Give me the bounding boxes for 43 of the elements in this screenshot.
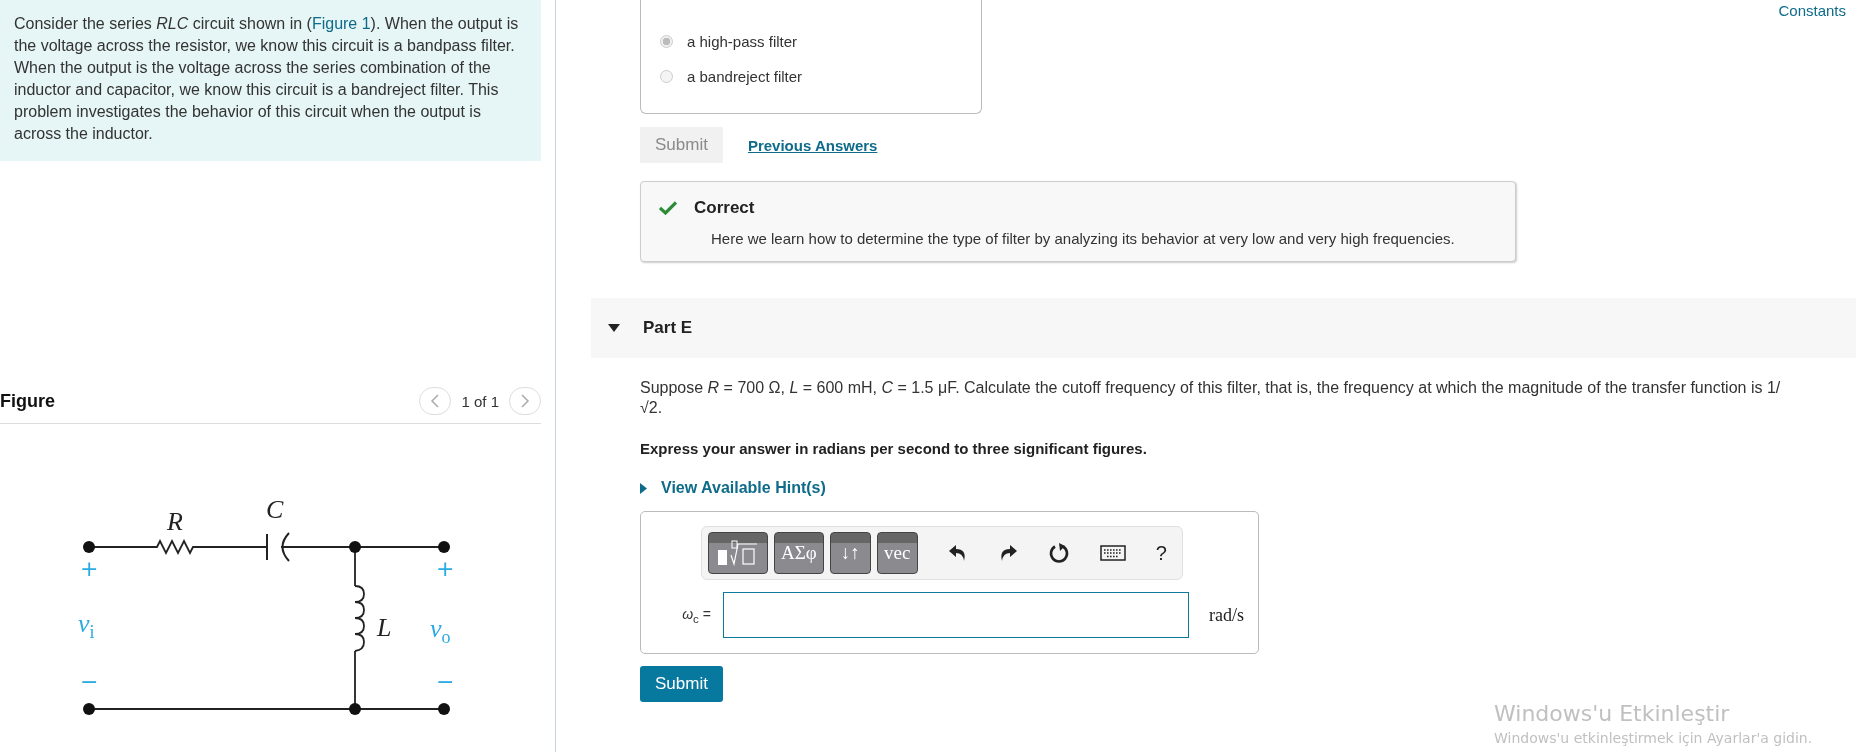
radio-button[interactable]: [660, 35, 673, 48]
minus-sign: −: [436, 669, 455, 694]
output-voltage-label: v$_{o}$: [430, 616, 452, 647]
submit-button[interactable]: Submit: [640, 666, 723, 702]
symbol-button[interactable]: ΑΣφ: [774, 532, 824, 574]
input-voltage-label: v$_{i}$: [78, 611, 96, 642]
plus-sign: +: [80, 556, 99, 581]
answer-label: ω$_{c}$ =: [681, 605, 712, 625]
figure-title: Figure: [0, 390, 55, 412]
intro-paragraph: Consider the series RLC circuit shown in (Figure 1). When the output is the voltage across the resistor, we know this circuit is a bandpass filter. When the output is the voltage across the series combination of the inductor and capacitor, we know this circuit is a bandreject filter. This problem investigates the behavior of this circuit when the output is across the inductor.: [0, 0, 541, 161]
help-button[interactable]: ?: [1155, 541, 1167, 565]
instruction-text: Express your answer in radians per second to three significant figures.: [640, 440, 1148, 457]
keyboard-icon[interactable]: [1099, 545, 1126, 561]
part-header[interactable]: Part E: [591, 298, 1856, 358]
activation-message: Windows'u etkinleştirmek için Ayarlar'a gidin.: [1494, 730, 1814, 746]
option-label: a bandreject filter: [687, 68, 803, 85]
figure-link[interactable]: Figure 1: [311, 15, 371, 32]
answer-field[interactable]: [723, 592, 1189, 638]
chevron-left-icon: [430, 394, 441, 408]
resistor-label: R: [167, 507, 183, 536]
feedback-message: Here we learn how to determine the type of filter by analyzing its behavior at very low and very high frequencies.: [711, 230, 1456, 247]
page-indicator: 1 of 1: [461, 392, 499, 410]
question-text: Suppose R = 700 Ω, L = 600 mH, C = 1.5 μF. Calculate the cutoff frequency of this filter, that is, the frequency at which the magnitude of the transfer function is 1/√2.: [640, 378, 1782, 418]
plus-sign: +: [436, 556, 455, 581]
option-label: a high-pass filter: [687, 33, 798, 50]
inductor-label: L: [377, 613, 392, 642]
unit-label: rad/s: [1209, 604, 1244, 626]
templates-button[interactable]: [708, 532, 768, 574]
feedback-title: Correct: [694, 198, 755, 218]
undo-icon[interactable]: [947, 544, 968, 562]
symbol-button[interactable]: ↓↑: [829, 532, 871, 574]
chevron-right-icon: [520, 394, 530, 408]
symbol-button[interactable]: vec: [876, 532, 918, 574]
minus-sign: −: [80, 669, 99, 694]
radio-button[interactable]: [660, 70, 673, 83]
activation-title: Windows'u Etkinleştir: [1494, 701, 1731, 726]
reset-icon[interactable]: [1047, 542, 1070, 564]
constants-link[interactable]: Constants: [1778, 2, 1856, 18]
previous-answers-link[interactable]: Previous Answers: [747, 136, 878, 154]
triangle-icon: [640, 482, 647, 494]
capacitor-label: C: [266, 495, 284, 524]
part-title: Part E: [643, 318, 693, 338]
hint-link[interactable]: View Available Hint(s): [640, 479, 826, 497]
